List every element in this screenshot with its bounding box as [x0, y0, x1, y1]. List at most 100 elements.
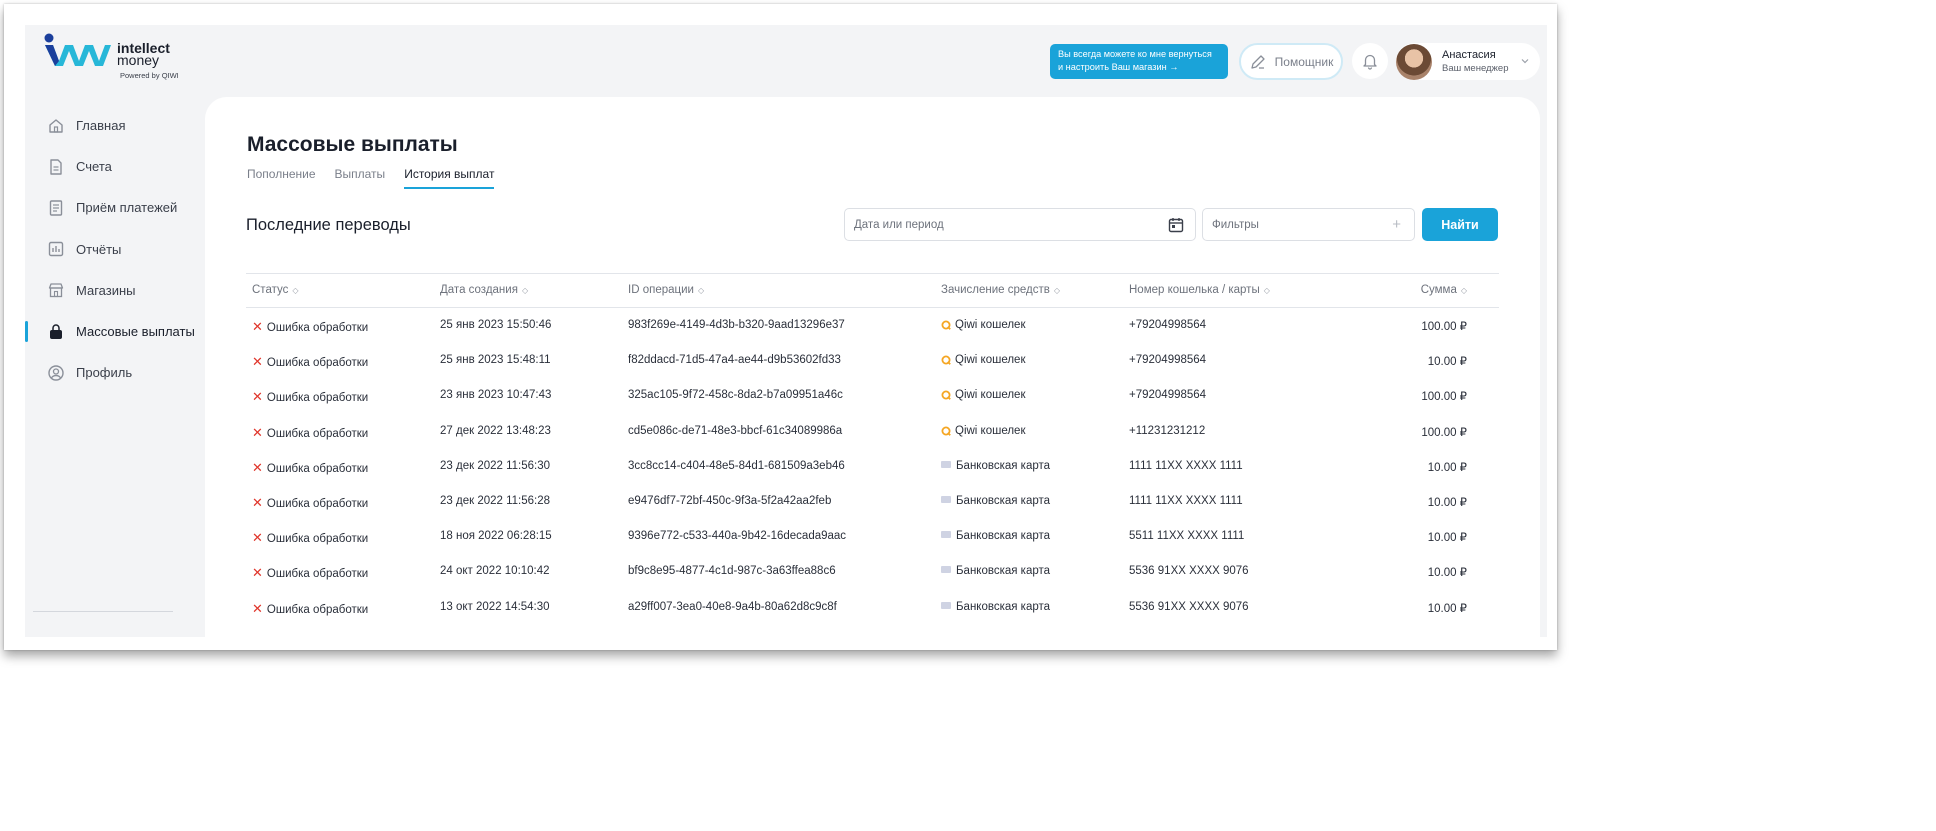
wallet-cell: +79204998564 — [1129, 354, 1207, 367]
sum-cell: 10.00 ₽ — [1427, 532, 1467, 545]
sidebar-item-accounts[interactable]: Счета — [25, 146, 205, 187]
column-header-date[interactable]: Дата создания ◇ — [440, 284, 528, 296]
filters-field[interactable]: Фильтры + — [1202, 208, 1415, 241]
help-banner[interactable]: Вы всегда можете ко мне вернуться и наст… — [1050, 44, 1228, 79]
screenshot-frame: intellect money Powered by QIWI Главная … — [4, 4, 1557, 650]
sidebar-item-profile[interactable]: Профиль — [25, 352, 205, 393]
logo-powered-by: Powered by QIWI — [120, 71, 179, 80]
notifications-button[interactable] — [1352, 43, 1388, 79]
profile-name: Анастасия — [1442, 48, 1496, 61]
help-banner-line2: и настроить Ваш магазин → — [1058, 62, 1179, 72]
find-button[interactable]: Найти — [1422, 208, 1498, 241]
sidebar-divider — [33, 611, 173, 612]
sum-cell: 10.00 ₽ — [1427, 602, 1467, 615]
method-text: Банковская карта — [956, 565, 1051, 578]
wallet-cell: 5511 11XX XXXX 1111 — [1129, 530, 1245, 543]
table-row[interactable]: ✕ Ошибка обработки 25 янв 2023 15:50:46 983… — [246, 308, 1499, 343]
column-header-method[interactable]: Зачисление средств ◇ — [941, 284, 1060, 296]
qiwi-icon — [941, 320, 951, 330]
wallet-cell: 1111 11XX XXXX 1111 — [1129, 459, 1243, 472]
tab-deposit[interactable]: Пополнение — [247, 167, 316, 189]
table-row[interactable]: ✕ Ошибка обработки 24 окт 2022 10:10:42 bf9… — [246, 554, 1499, 589]
sum-cell: 10.00 ₽ — [1427, 356, 1467, 369]
sidebar-item-label: Главная — [76, 118, 126, 134]
sum-cell: 10.00 ₽ — [1427, 496, 1467, 509]
status-cell: ✕ Ошибка обработки — [252, 319, 368, 335]
status-cell: ✕ Ошибка обработки — [252, 601, 368, 617]
bell-icon — [1363, 54, 1377, 70]
date-period-input[interactable]: Дата или период — [844, 208, 1196, 241]
tabs: Пополнение Выплаты История выплат — [247, 167, 495, 189]
calendar-icon[interactable] — [1167, 216, 1185, 234]
table-row[interactable]: ✕ Ошибка обработки 27 дек 2022 13:48:23 cd5… — [246, 414, 1499, 449]
bank-card-icon — [941, 601, 951, 609]
date-cell: 24 окт 2022 10:10:42 — [440, 565, 550, 578]
chevron-down-icon — [1521, 59, 1529, 64]
qiwi-icon — [941, 355, 951, 366]
date-cell: 25 янв 2023 15:50:46 — [440, 319, 552, 331]
user-icon — [47, 364, 65, 382]
method-text: Qiwi кошелек — [955, 424, 1026, 437]
plus-icon[interactable]: + — [1392, 216, 1401, 233]
operation-id-cell: cd5e086c-de71-48e3-bbcf-61c34089986a — [628, 424, 843, 437]
error-icon: ✕ — [252, 494, 263, 510]
section-title: Последние переводы — [246, 216, 411, 234]
qiwi-icon — [941, 390, 951, 401]
sidebar-item-mass-payouts[interactable]: Массовые выплаты — [25, 311, 205, 352]
column-header-label: Зачисление средств — [941, 284, 1050, 296]
wallet-cell: +79204998564 — [1129, 319, 1207, 331]
date-cell: 23 дек 2022 11:56:28 — [440, 494, 551, 507]
date-cell: 18 ноя 2022 06:28:15 — [440, 530, 552, 543]
column-header-sum[interactable]: Сумма ◇ — [1421, 284, 1467, 296]
sidebar-item-label: Массовые выплаты — [76, 324, 195, 340]
operation-id-cell: 9396e772-c533-440a-9b42-16decada9aac — [628, 530, 847, 543]
sidebar-item-reports[interactable]: Отчёты — [25, 229, 205, 270]
status-text: Ошибка обработки — [266, 462, 369, 475]
home-icon — [47, 117, 65, 135]
table-row[interactable]: ✕ Ошибка обработки 13 окт 2022 14:54:30 a29… — [246, 590, 1499, 625]
status-cell: ✕ Ошибка обработки — [252, 530, 368, 546]
sum-cell: 10.00 ₽ — [1427, 567, 1467, 580]
tab-payout-history[interactable]: История выплат — [404, 167, 495, 189]
sum-cell: 10.00 ₽ — [1427, 461, 1467, 474]
error-icon: ✕ — [252, 459, 263, 475]
sidebar-item-label: Отчёты — [76, 241, 122, 257]
column-header-label: Номер кошелька / карты — [1129, 284, 1260, 296]
brand-logo[interactable]: intellect money Powered by QIWI — [43, 33, 203, 83]
sort-icon: ◇ — [697, 286, 705, 295]
method-cell: Qiwi кошелек — [941, 425, 1026, 437]
sort-icon: ◇ — [1460, 286, 1467, 295]
method-cell: Qiwi кошелек — [941, 354, 1026, 366]
sum-cell: 100.00 ₽ — [1421, 426, 1467, 439]
sidebar-item-payments[interactable]: Приём платежей — [25, 187, 205, 228]
assistant-button[interactable]: Помощник — [1239, 43, 1343, 80]
table-row[interactable]: ✕ Ошибка обработки 25 янв 2023 15:48:11 f82… — [246, 343, 1499, 378]
user-profile-menu[interactable]: Анастасия Ваш менеджер — [1396, 43, 1540, 80]
receipt-icon — [47, 199, 65, 217]
table-row[interactable]: ✕ Ошибка обработки 23 дек 2022 11:56:28 e94… — [246, 484, 1499, 519]
status-cell: ✕ Ошибка обработки — [252, 565, 368, 581]
table-row[interactable]: ✕ Ошибка обработки 23 дек 2022 11:56:30 3cc… — [246, 449, 1499, 484]
profile-text: Анастасия Ваш менеджер — [1442, 49, 1508, 75]
status-text: Ошибка обработки — [266, 392, 369, 405]
status-cell: ✕ Ошибка обработки — [252, 425, 368, 441]
table-row[interactable]: ✕ Ошибка обработки 18 ноя 2022 06:28:15 939… — [246, 519, 1499, 554]
sidebar-item-label: Счета — [76, 159, 112, 175]
tab-payouts[interactable]: Выплаты — [335, 167, 386, 189]
error-icon: ✕ — [252, 389, 263, 405]
sidebar-item-home[interactable]: Главная — [25, 105, 205, 146]
date-cell: 25 янв 2023 15:48:11 — [440, 354, 551, 367]
operation-id-cell: a29ff007-3ea0-40e8-9a4b-80a62d8c9c8f — [628, 600, 837, 613]
column-header-status[interactable]: Статус ◇ — [252, 284, 299, 296]
method-text: Банковская карта — [956, 530, 1051, 543]
status-text: Ошибка обработки — [266, 497, 369, 510]
sidebar-item-stores[interactable]: Магазины — [25, 270, 205, 311]
table-row[interactable]: ✕ Ошибка обработки 23 янв 2023 10:47:43 325… — [246, 378, 1499, 413]
column-header-wallet[interactable]: Номер кошелька / карты ◇ — [1129, 284, 1270, 296]
column-header-id[interactable]: ID операции ◇ — [628, 284, 704, 296]
profile-role: Ваш менеджер — [1442, 62, 1509, 74]
status-text: Ошибка обработки — [266, 568, 369, 581]
sidebar-item-label: Профиль — [76, 365, 133, 381]
column-header-label: ID операции — [628, 284, 694, 296]
method-text: Qiwi кошелек — [955, 319, 1026, 331]
